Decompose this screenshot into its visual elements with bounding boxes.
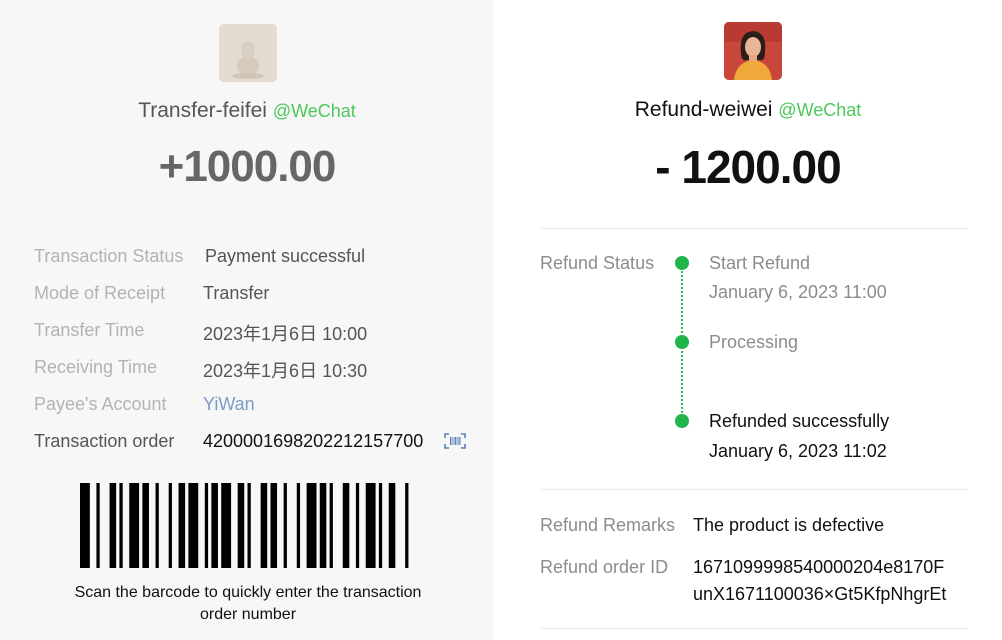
divider	[540, 489, 968, 490]
transfer-amount: +1000.00	[158, 142, 337, 191]
transaction-status-label: Transaction Status	[34, 246, 184, 266]
transfer-title-name: Transfer-feifei	[138, 99, 267, 122]
avatar[interactable]	[724, 22, 782, 80]
refund-amount: - 1200.00	[655, 141, 841, 193]
barcode-bar	[355, 483, 360, 568]
barcode-bar	[378, 483, 383, 568]
avatar[interactable]	[219, 24, 277, 82]
transfer-title: Transfer-feifei @WeChat	[0, 99, 494, 123]
barcode-bar	[119, 483, 123, 568]
barcode-bar	[80, 483, 90, 568]
mode-of-receipt-value: Transfer	[203, 283, 270, 303]
payee-account-label: Payee's Account	[34, 394, 167, 414]
barcode-bar	[109, 483, 117, 568]
wechat-tag: @WeChat	[272, 101, 356, 121]
barcode-bar	[221, 483, 232, 568]
refund-detail-panel	[494, 0, 1002, 640]
barcode-bar	[188, 483, 199, 568]
refund-title-name: Refund-weiwei	[634, 98, 773, 121]
divider	[540, 228, 968, 229]
refund-remarks-label: Refund Remarks	[540, 515, 676, 535]
barcode-bar	[405, 483, 409, 568]
timeline-step-title: Processing	[709, 332, 799, 352]
barcode-bar	[142, 483, 149, 568]
barcode-bar	[329, 483, 333, 568]
barcode-bar	[96, 483, 100, 568]
transaction-order-value[interactable]: 4200001698202212157700	[203, 431, 423, 452]
payee-account-link[interactable]: YiWan	[203, 394, 255, 415]
barcode-bar	[247, 483, 251, 568]
timeline-step-title: Start Refund	[709, 253, 811, 273]
barcode-bar	[211, 483, 218, 568]
transfer-time-value: 2023年1月6日 10:00	[203, 324, 368, 344]
barcode-bar	[319, 483, 327, 568]
barcode-caption: Scan the barcode to quickly enter the tr…	[74, 584, 422, 623]
refund-title: Refund-weiwei @WeChat	[494, 98, 1002, 122]
transfer-time-label: Transfer Time	[34, 320, 145, 340]
receiving-time-value: 2023年1月6日 10:30	[203, 361, 368, 381]
timeline-step-time: January 6, 2023 11:00	[709, 282, 887, 302]
mode-of-receipt-label: Mode of Receipt	[34, 283, 166, 303]
barcode-bar	[168, 483, 172, 568]
timeline-dot	[675, 414, 689, 428]
barcode-bar	[342, 483, 350, 568]
timeline-step-title: Refunded successfully	[709, 411, 890, 431]
transaction-status-value: Payment successful	[205, 246, 366, 266]
barcode-bar	[204, 483, 209, 568]
barcode-bar	[129, 483, 140, 568]
transaction-barcode[interactable]	[80, 483, 415, 568]
barcode-bar	[237, 483, 245, 568]
barcode-scan-icon[interactable]	[444, 433, 466, 449]
barcode-bar	[178, 483, 186, 568]
barcode-bar	[388, 483, 396, 568]
timeline-dot	[675, 335, 689, 349]
barcode-bar	[365, 483, 376, 568]
barcode-bar	[296, 483, 301, 568]
timeline-step-time: January 6, 2023 11:02	[709, 441, 887, 461]
refund-status-label: Refund Status	[540, 253, 655, 273]
transaction-order-label: Transaction order	[34, 431, 175, 451]
barcode-bar	[260, 483, 268, 568]
refund-order-id-line1[interactable]: 1671099998540000204e8170F	[693, 557, 944, 578]
barcode-bar	[155, 483, 159, 568]
timeline-dot	[675, 256, 689, 270]
barcode-bar	[283, 483, 287, 568]
barcode-bar	[270, 483, 278, 568]
receiving-time-label: Receiving Time	[34, 357, 158, 377]
divider	[540, 628, 968, 629]
refund-remarks-value: The product is defective	[693, 515, 885, 535]
refund-order-id-line2[interactable]: unX1671100036×Gt5KfpNhgrEt	[693, 584, 946, 605]
refund-order-id-label: Refund order ID	[540, 557, 669, 577]
wechat-tag: @WeChat	[778, 100, 862, 120]
barcode-bar	[306, 483, 317, 568]
